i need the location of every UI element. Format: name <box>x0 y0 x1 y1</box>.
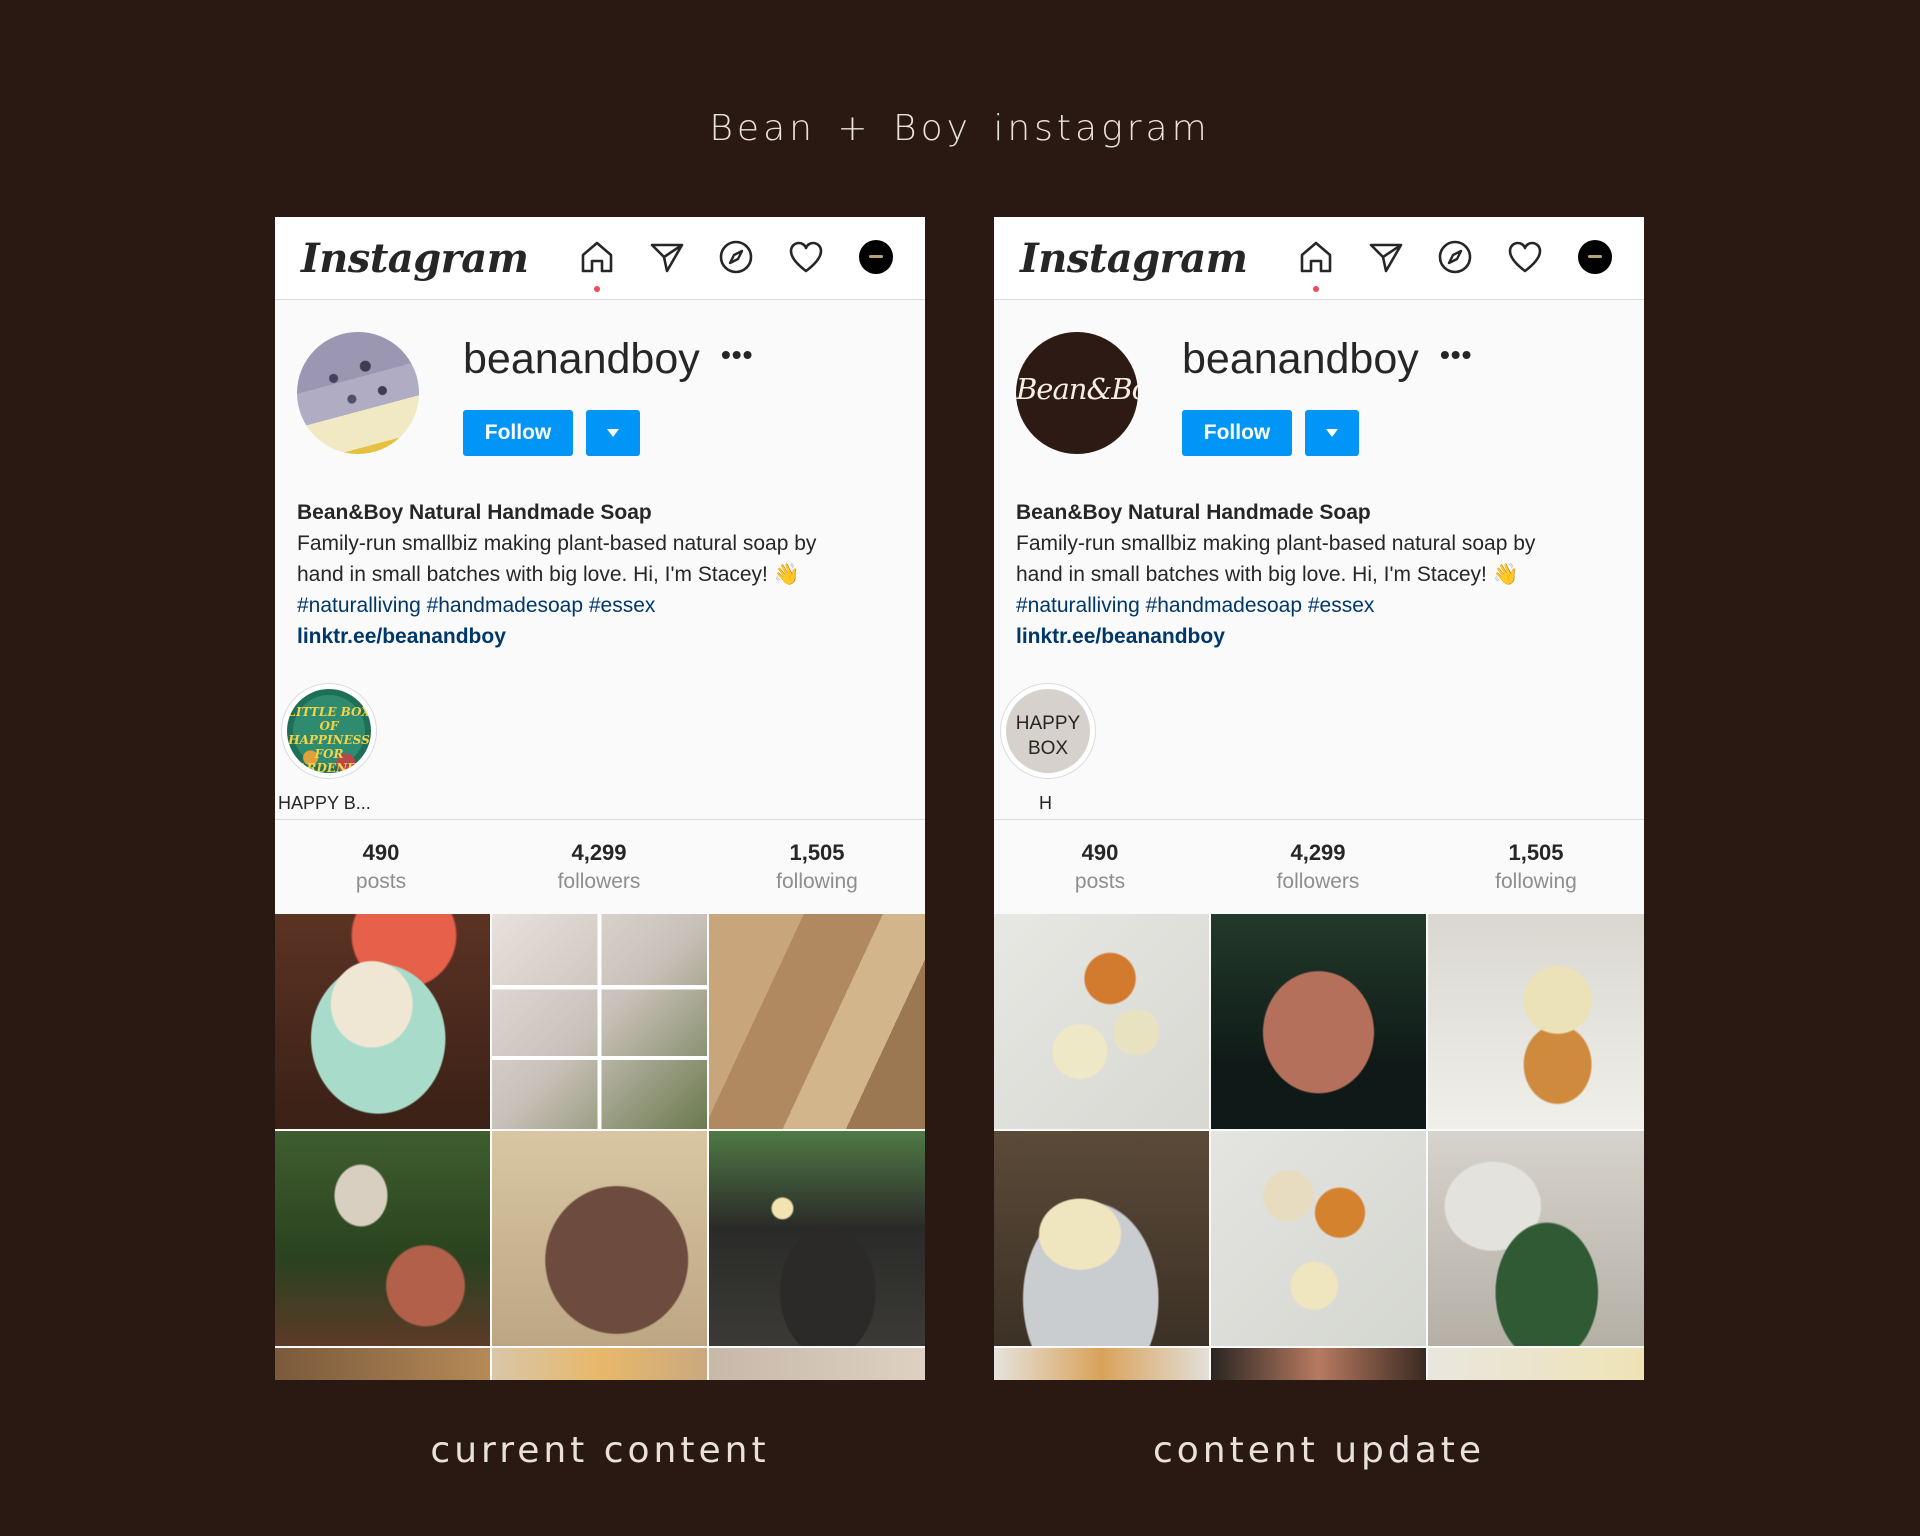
profile-avatar[interactable] <box>1578 240 1612 274</box>
bio-name: Bean&Boy Natural Handmade Soap <box>1016 501 1371 524</box>
stat-label: followers <box>557 870 641 893</box>
page-title: Bean + Boy instagram <box>709 108 1211 149</box>
profile-picture[interactable]: Bean&Boy <box>1016 332 1138 454</box>
post-thumbnail[interactable] <box>275 914 490 1129</box>
post-thumbnail[interactable] <box>275 1348 490 1380</box>
instagram-profile-update: Instagram Bean&Boy beanandboy ••• Follow… <box>994 217 1644 1380</box>
heart-icon[interactable] <box>786 237 826 277</box>
explore-icon[interactable] <box>1435 237 1475 277</box>
bio: Bean&Boy Natural Handmade Soap Family-ru… <box>1016 497 1616 652</box>
notification-dot <box>594 286 600 292</box>
bio-text-line: hand in small batches with big love. Hi,… <box>1016 563 1519 586</box>
post-thumbnail[interactable] <box>1428 1348 1644 1380</box>
direct-icon[interactable] <box>647 237 687 277</box>
instagram-header: Instagram <box>275 217 925 300</box>
username: beanandboy <box>463 335 700 383</box>
explore-icon[interactable] <box>716 237 756 277</box>
stat-followers[interactable]: 4,299 followers <box>524 840 674 894</box>
caption-content-update: content update <box>1152 1430 1486 1471</box>
profile-stats: 490 posts 4,299 followers 1,505 followin… <box>994 819 1644 914</box>
bio-text-line: Family-run smallbiz making plant-based n… <box>1016 532 1536 555</box>
direct-icon[interactable] <box>1366 237 1406 277</box>
post-thumbnail[interactable] <box>1211 914 1426 1129</box>
follow-button[interactable]: Follow <box>1182 410 1292 456</box>
post-grid <box>275 914 925 1380</box>
instagram-logo[interactable]: Instagram <box>1020 235 1248 282</box>
stat-label: followers <box>1276 870 1360 893</box>
follow-button[interactable]: Follow <box>463 410 573 456</box>
stat-posts[interactable]: 490 posts <box>306 840 456 894</box>
post-thumbnail[interactable] <box>994 1348 1209 1380</box>
post-thumbnail[interactable] <box>1211 1348 1426 1380</box>
highlight-image-text: HAPPY BOX <box>1006 711 1090 761</box>
home-icon[interactable] <box>577 237 617 277</box>
stat-value: 490 <box>1081 840 1119 865</box>
bio-text-line: hand in small batches with big love. Hi,… <box>297 563 800 586</box>
bio: Bean&Boy Natural Handmade Soap Family-ru… <box>297 497 897 652</box>
suggestions-dropdown-button[interactable] <box>586 410 640 456</box>
post-thumbnail[interactable] <box>994 914 1209 1129</box>
highlight-image: HAPPY BOX <box>1006 689 1090 773</box>
stat-following[interactable]: 1,505 following <box>1461 840 1611 894</box>
caption-current-content: current content <box>430 1430 770 1471</box>
profile-stats: 490 posts 4,299 followers 1,505 followin… <box>275 819 925 914</box>
post-thumbnail[interactable] <box>1211 1131 1426 1346</box>
post-thumbnail[interactable] <box>492 1131 707 1346</box>
bio-name: Bean&Boy Natural Handmade Soap <box>297 501 652 524</box>
story-highlight[interactable]: LITTLE BOX OF HAPPINESS FOR GARDENERS <box>281 683 377 779</box>
bio-text-line: Family-run smallbiz making plant-based n… <box>297 532 817 555</box>
avatar-logo-text: Bean&Boy <box>1016 372 1138 406</box>
instagram-logo[interactable]: Instagram <box>301 235 529 282</box>
bio-hashtags[interactable]: #naturalliving #handmadesoap #essex <box>1016 590 1616 621</box>
highlight-label: H <box>1039 793 1052 813</box>
stat-posts[interactable]: 490 posts <box>1025 840 1175 894</box>
post-thumbnail[interactable] <box>492 914 707 1129</box>
instagram-header: Instagram <box>994 217 1644 300</box>
stat-label: following <box>1495 870 1577 893</box>
highlight-text-line: BOX <box>1027 738 1069 759</box>
post-thumbnail[interactable] <box>994 1131 1209 1346</box>
highlight-text-line: HAPPY <box>1015 713 1081 734</box>
stat-following[interactable]: 1,505 following <box>742 840 892 894</box>
profile-picture[interactable] <box>297 332 419 454</box>
more-options-icon[interactable]: ••• <box>1440 339 1472 371</box>
more-options-icon[interactable]: ••• <box>721 339 753 371</box>
story-highlight[interactable]: HAPPY BOX <box>1000 683 1096 779</box>
stat-value: 490 <box>362 840 400 865</box>
instagram-profile-current: Instagram beanandboy ••• Follow Bean&Boy… <box>275 217 925 1380</box>
heart-icon[interactable] <box>1505 237 1545 277</box>
home-icon[interactable] <box>1296 237 1336 277</box>
suggestions-dropdown-button[interactable] <box>1305 410 1359 456</box>
stat-label: following <box>776 870 858 893</box>
stat-value: 4,299 <box>1290 840 1346 865</box>
stat-value: 1,505 <box>1508 840 1564 865</box>
notification-dot <box>1313 286 1319 292</box>
stat-value: 4,299 <box>571 840 627 865</box>
highlight-image-text: LITTLE BOX OF HAPPINESS FOR GARDENERS <box>287 705 371 773</box>
bio-link[interactable]: linktr.ee/beanandboy <box>1016 621 1616 652</box>
stat-followers[interactable]: 4,299 followers <box>1243 840 1393 894</box>
post-thumbnail[interactable] <box>1428 1131 1644 1346</box>
post-thumbnail[interactable] <box>709 914 925 1129</box>
username: beanandboy <box>1182 335 1419 383</box>
post-thumbnail[interactable] <box>275 1131 490 1346</box>
highlight-label: HAPPY B... <box>278 793 371 813</box>
profile-avatar[interactable] <box>859 240 893 274</box>
highlight-image: LITTLE BOX OF HAPPINESS FOR GARDENERS <box>287 689 371 773</box>
post-thumbnail[interactable] <box>492 1348 707 1380</box>
post-thumbnail[interactable] <box>709 1131 925 1346</box>
stat-value: 1,505 <box>789 840 845 865</box>
post-thumbnail[interactable] <box>1428 914 1644 1129</box>
bio-link[interactable]: linktr.ee/beanandboy <box>297 621 897 652</box>
bio-hashtags[interactable]: #naturalliving #handmadesoap #essex <box>297 590 897 621</box>
stat-label: posts <box>355 870 407 893</box>
post-thumbnail[interactable] <box>709 1348 925 1380</box>
post-grid <box>994 914 1644 1380</box>
stat-label: posts <box>1074 870 1126 893</box>
